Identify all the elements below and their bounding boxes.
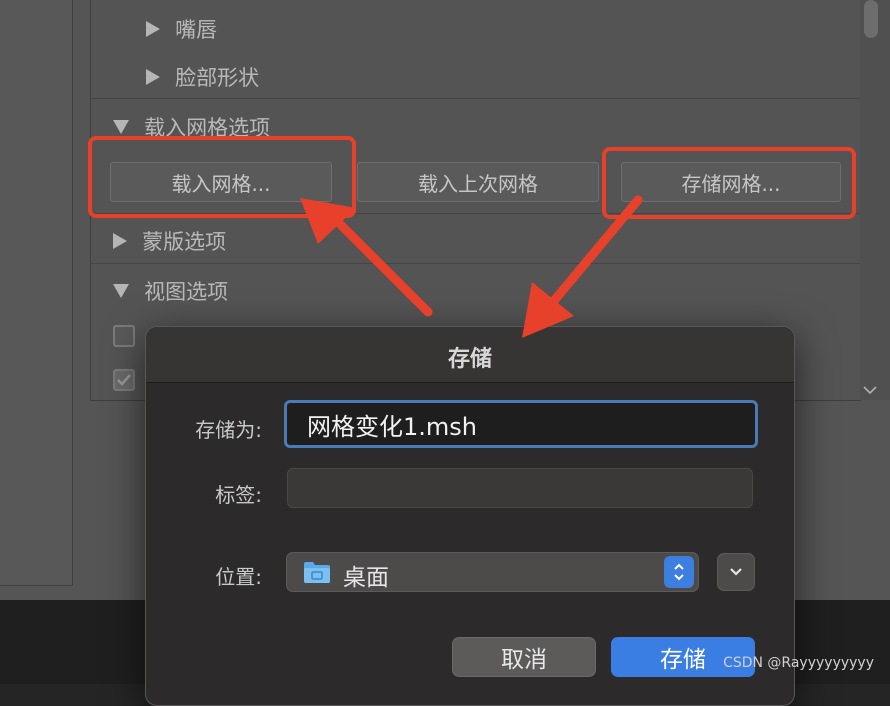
highlight-save-mesh	[602, 147, 856, 219]
location-stepper[interactable]	[664, 556, 694, 588]
tags-input[interactable]	[287, 468, 753, 508]
row-face-shape-label: 脸部形状	[175, 66, 260, 90]
folder-icon	[304, 562, 330, 583]
expand-dialog-button[interactable]	[717, 553, 755, 591]
save-as-label: 存储为:	[195, 418, 262, 442]
row-face-shape[interactable]: 脸部形状	[146, 62, 259, 92]
save-as-value: 网格变化1.msh	[307, 412, 477, 441]
dialog-title: 存储	[447, 347, 492, 372]
expand-right-icon	[113, 233, 127, 249]
divider	[91, 98, 861, 99]
expand-right-icon	[146, 21, 160, 37]
scroll-down-icon[interactable]	[862, 380, 878, 399]
save-as-input[interactable]: 网格变化1.msh	[284, 400, 758, 448]
checkmark-icon	[117, 374, 131, 386]
collapse-down-icon	[113, 120, 129, 134]
expand-right-icon	[146, 69, 160, 85]
cancel-button[interactable]: 取消	[452, 637, 596, 677]
divider	[91, 263, 861, 264]
highlight-load-mesh	[88, 136, 356, 218]
location-value: 桌面	[343, 565, 389, 591]
chevron-up-down-icon	[674, 563, 684, 581]
chevron-down-icon	[730, 568, 742, 576]
section-view-options-label: 视图选项	[144, 280, 229, 304]
panel-scrollbar[interactable]	[860, 0, 890, 400]
view-option-checkbox[interactable]	[113, 325, 135, 347]
dialog-title-bar: 存储	[146, 327, 794, 383]
section-view-options[interactable]: 视图选项	[113, 276, 228, 306]
left-panel	[0, 0, 73, 586]
row-lips-label: 嘴唇	[175, 18, 218, 42]
section-mask-options-label: 蒙版选项	[142, 230, 227, 254]
scrollbar-thumb[interactable]	[864, 0, 878, 38]
location-select[interactable]: 桌面	[286, 552, 699, 592]
load-last-mesh-button[interactable]: 载入上次网格	[357, 162, 599, 202]
save-dialog: 存储 存储为: 网格变化1.msh 标签: 位置: 桌面 取消 存储	[145, 326, 795, 706]
row-lips[interactable]: 嘴唇	[146, 14, 217, 44]
section-mask-options[interactable]: 蒙版选项	[113, 226, 226, 256]
tags-label: 标签:	[215, 483, 262, 507]
location-label: 位置:	[215, 565, 262, 589]
collapse-down-icon	[113, 284, 129, 298]
view-option-checkbox-checked[interactable]	[113, 369, 135, 391]
watermark: CSDN @Rayyyyyyyyy	[723, 655, 874, 671]
